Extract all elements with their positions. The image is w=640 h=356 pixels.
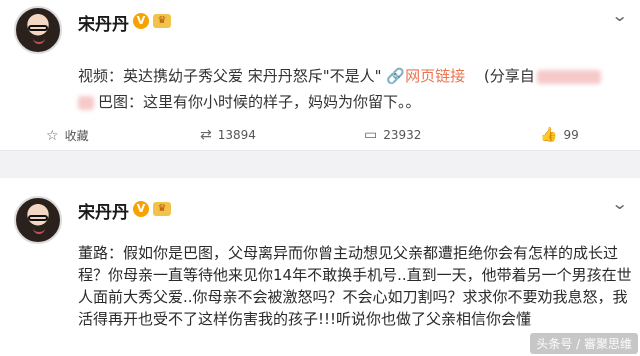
post-body-text: 巴图：这里有你小时候的样子，妈妈为你留下。。 — [98, 93, 421, 111]
redacted-source — [536, 69, 601, 84]
video-prefix: 视频： — [78, 67, 124, 85]
redacted-mention — [78, 95, 94, 110]
comment-icon: ▭ — [364, 127, 378, 143]
verified-icon: V — [133, 201, 149, 217]
share-prefix: (分享自 — [483, 67, 535, 85]
web-link[interactable]: 网页链接 — [405, 67, 465, 85]
star-icon: ☆ — [46, 127, 59, 144]
verified-icon: V — [133, 13, 149, 29]
like-button[interactable]: 👍 99 — [540, 127, 579, 143]
crown-icon: ♛ — [153, 202, 171, 216]
post-body-line-2: 巴图：这里有你小时候的样子，妈妈为你留下。。 — [78, 90, 421, 114]
post-body-line: 程？你母亲一直等待他来见你14年不敢换手机号..直到一天，他带着另一个男孩在世 — [78, 266, 632, 284]
post-body-line: 董路：假如你是巴图，父母离异而你曾主动想见父亲都遭拒绝你会有怎样的成长过 — [78, 244, 619, 262]
comment-button[interactable]: ▭ 23932 — [364, 127, 421, 143]
watermark: 头条号 / 審聚思维 — [530, 333, 638, 354]
weibo-post-1: 宋丹丹 V ♛ ⌄ 视频：英达携幼子秀父爱 宋丹丹怒斥"不是人" 🔗网页链接 (… — [0, 0, 640, 150]
favorite-button[interactable]: ☆ 收藏 — [46, 127, 89, 144]
post-body: 董路：假如你是巴图，父母离异而你曾主动想见父亲都遭拒绝你会有怎样的成长过 程？你… — [78, 242, 632, 330]
action-bar: ☆ 收藏 ⇄ 13894 ▭ 23932 👍 99 — [0, 127, 640, 151]
video-title: 英达携幼子秀父爱 宋丹丹怒斥"不是人" — [123, 67, 382, 85]
author-name[interactable]: 宋丹丹 — [78, 10, 129, 35]
feed-divider — [0, 150, 640, 180]
post-body-line-1: 视频：英达携幼子秀父爱 宋丹丹怒斥"不是人" 🔗网页链接 (分享自 — [78, 64, 601, 88]
author-avatar[interactable] — [14, 196, 62, 244]
post-body-line: 人面前大秀父爱..你母亲不会被激怒吗？不会心如刀割吗？求求你不要劝我息怒，我 — [78, 288, 628, 306]
repost-icon: ⇄ — [200, 127, 212, 143]
crown-icon: ♛ — [153, 14, 171, 28]
author-name[interactable]: 宋丹丹 — [78, 198, 129, 223]
thumbs-up-icon: 👍 — [540, 127, 558, 143]
author-avatar[interactable] — [14, 6, 62, 54]
link-icon[interactable]: 🔗 — [386, 67, 405, 85]
repost-button[interactable]: ⇄ 13894 — [200, 127, 256, 143]
chevron-down-icon[interactable]: ⌄ — [611, 6, 628, 25]
weibo-post-2: 宋丹丹 V ♛ ⌄ 董路：假如你是巴图，父母离异而你曾主动想见父亲都遭拒绝你会有… — [0, 178, 640, 356]
post-body-line: 活得再开也受不了这样伤害我的孩子!!!听说你也做了父亲相信你会懂 — [78, 310, 532, 328]
chevron-down-icon[interactable]: ⌄ — [611, 194, 628, 213]
